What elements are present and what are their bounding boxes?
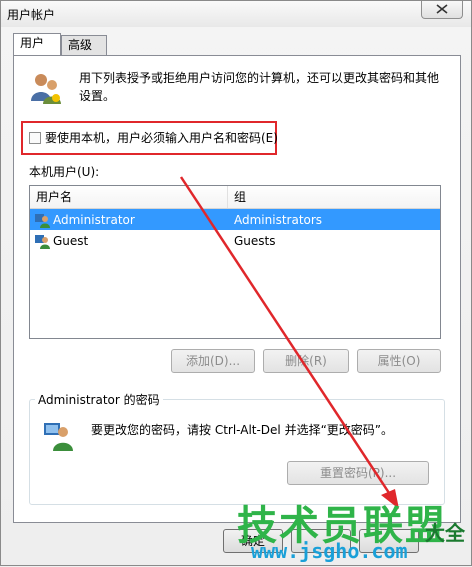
close-icon xyxy=(436,4,448,14)
watermark-suffix: 大全 xyxy=(425,521,465,545)
user-name: Administrator xyxy=(53,212,135,227)
add-user-button[interactable]: 添加(D)... xyxy=(171,349,255,373)
table-row[interactable]: Administrator Administrators xyxy=(30,209,440,230)
reset-password-button[interactable]: 重置密码(P)... xyxy=(287,461,429,485)
local-users-list[interactable]: 用户名 组 Administrator Administrators Guest… xyxy=(29,185,441,339)
user-group: Guests xyxy=(234,233,276,248)
user-group: Administrators xyxy=(234,212,323,227)
password-instructions: 要更改您的密码，请按 Ctrl-Alt-Del 并选择“更改密码”。 xyxy=(91,423,394,437)
user-accounts-window: 用户帐户 用户 高级 用下列表授予或拒绝用户访问您的计算机，还可以更改其密码和其… xyxy=(0,0,472,566)
tab-advanced[interactable]: 高级 xyxy=(61,35,107,55)
column-header-username[interactable]: 用户名 xyxy=(30,186,228,208)
password-group xyxy=(29,399,445,505)
users-icon xyxy=(31,74,61,104)
user-name: Guest xyxy=(53,233,89,248)
require-password-checkbox[interactable] xyxy=(29,131,41,144)
local-users-label: 本机用户(U): xyxy=(29,165,100,179)
password-group-title: Administrator 的密码 xyxy=(35,391,163,408)
watermark-url: www.jsgho.com xyxy=(251,539,408,563)
user-password-icon xyxy=(44,423,73,451)
require-password-checkbox-row[interactable]: 要使用本机，用户必须输入用户名和密码(E) xyxy=(29,129,278,146)
column-header-group[interactable]: 组 xyxy=(228,186,440,208)
require-password-label: 要使用本机，用户必须输入用户名和密码(E) xyxy=(45,131,278,145)
user-icon xyxy=(35,234,50,249)
title-bar[interactable]: 用户帐户 xyxy=(1,1,471,27)
tab-users[interactable]: 用户 xyxy=(13,33,61,55)
window-title: 用户帐户 xyxy=(7,8,56,22)
list-header: 用户名 组 xyxy=(30,186,440,209)
close-button[interactable] xyxy=(421,1,463,19)
table-row[interactable]: Guest Guests xyxy=(30,230,440,251)
description-text: 用下列表授予或拒绝用户访问您的计算机，还可以更改其密码和其他设置。 xyxy=(79,71,440,103)
user-icon xyxy=(35,213,50,228)
properties-button[interactable]: 属性(O) xyxy=(357,349,441,373)
remove-user-button[interactable]: 删除(R) xyxy=(263,349,349,373)
